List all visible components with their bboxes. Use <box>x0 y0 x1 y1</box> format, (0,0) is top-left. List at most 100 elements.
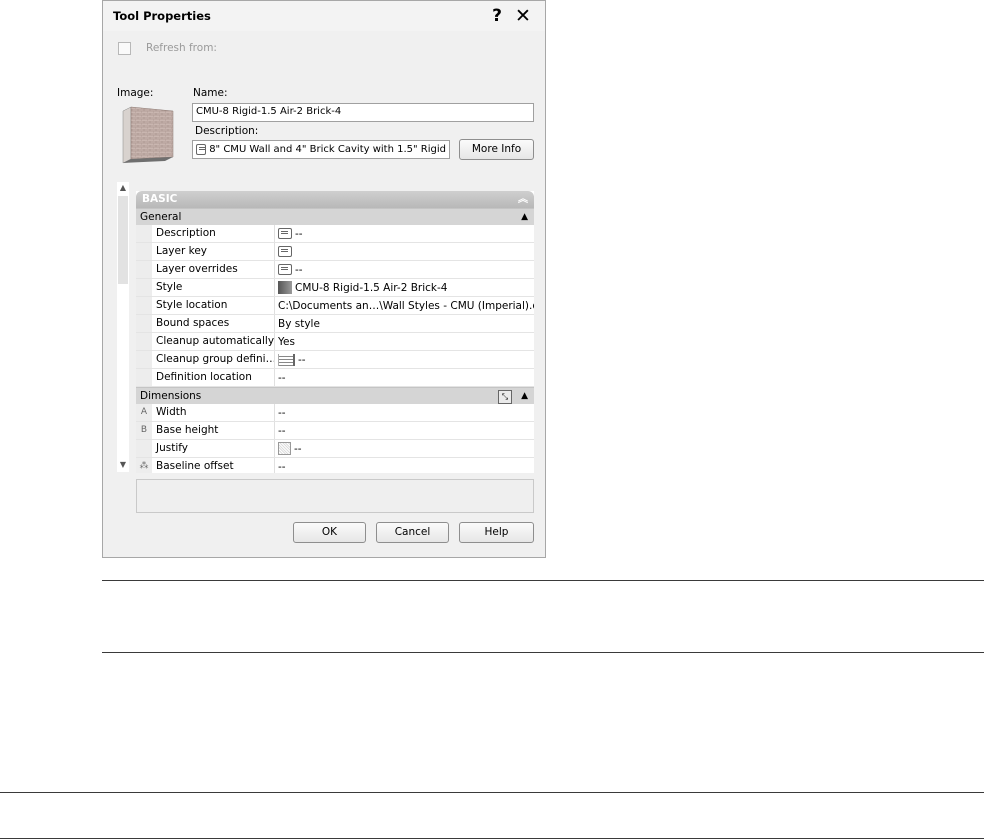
property-name: Width <box>152 404 275 421</box>
justify-icon <box>278 442 291 455</box>
property-row[interactable]: Layer key <box>136 243 534 261</box>
description-field[interactable]: 8" CMU Wall and 4" Brick Cavity with 1.5… <box>192 140 450 159</box>
properties-palette: BASIC ︽ General ▲ Description -- Layer key… <box>136 191 534 473</box>
row-gutter: B <box>136 422 152 439</box>
category-dimensions[interactable]: Dimensions ⤡ ▲ <box>136 387 534 404</box>
row-gutter <box>136 261 152 278</box>
collapse-all-icon[interactable]: ︽ <box>518 191 528 208</box>
palette-scrollbar[interactable]: ▲ ▼ <box>117 182 129 472</box>
property-name: Description <box>152 225 275 242</box>
description-value: 8" CMU Wall and 4" Brick Cavity with 1.5… <box>209 144 446 155</box>
image-label: Image: <box>117 87 154 99</box>
property-name: Cleanup automatically <box>152 333 275 350</box>
property-value[interactable]: -- <box>275 422 534 439</box>
property-row[interactable]: A Width -- <box>136 404 534 422</box>
category-general[interactable]: General ▲ <box>136 208 534 225</box>
row-gutter <box>136 315 152 332</box>
chevron-up-icon[interactable]: ▲ <box>521 388 528 404</box>
divider <box>102 580 984 581</box>
property-row[interactable]: Cleanup group defini… -- <box>136 351 534 369</box>
property-name: Cleanup group defini… <box>152 351 275 368</box>
property-row[interactable]: Cleanup automatically Yes <box>136 333 534 351</box>
description-icon <box>278 264 292 275</box>
property-value-text: -- <box>278 460 286 473</box>
property-value[interactable]: -- <box>275 261 534 278</box>
cancel-button[interactable]: Cancel <box>376 522 449 543</box>
scroll-thumb[interactable] <box>118 196 128 284</box>
divider <box>0 792 984 793</box>
more-info-button[interactable]: More Info <box>459 139 534 160</box>
property-value[interactable]: CMU-8 Rigid-1.5 Air-2 Brick-4 <box>275 279 534 296</box>
property-info-box <box>136 479 534 513</box>
property-row[interactable]: Bound spaces By style <box>136 315 534 333</box>
dimension-toggle-icon[interactable]: ⤡ <box>498 390 512 404</box>
row-gutter <box>136 333 152 350</box>
property-row[interactable]: B Base height -- <box>136 422 534 440</box>
property-value-text: -- <box>295 263 303 276</box>
help-button[interactable]: Help <box>459 522 534 543</box>
tool-image[interactable] <box>117 101 177 167</box>
row-gutter <box>136 440 152 457</box>
basic-label: BASIC <box>142 193 178 205</box>
basic-tab[interactable]: BASIC ︽ <box>136 191 534 208</box>
divider <box>102 652 984 653</box>
description-icon <box>196 144 207 155</box>
cleanup-group-icon <box>278 353 295 366</box>
property-value[interactable]: -- <box>275 440 534 457</box>
property-row[interactable]: ⁂ Baseline offset -- <box>136 458 534 473</box>
dimension-rows: A Width -- B Base height -- Justify -- ⁂ Baseline… <box>136 404 534 473</box>
refresh-from-label: Refresh from: <box>146 42 217 54</box>
property-value[interactable] <box>275 243 534 260</box>
property-value[interactable]: By style <box>275 315 534 332</box>
row-gutter: ⁂ <box>136 458 152 473</box>
property-value-text: -- <box>278 406 286 419</box>
property-row[interactable]: Style CMU-8 Rigid-1.5 Air-2 Brick-4 <box>136 279 534 297</box>
property-name: Justify <box>152 440 275 457</box>
property-value[interactable]: C:\Documents an…\Wall Styles - CMU (Impe… <box>275 297 534 314</box>
description-icon <box>278 246 292 257</box>
dialog-title: Tool Properties <box>113 9 211 23</box>
property-row[interactable]: Description -- <box>136 225 534 243</box>
property-value-text: -- <box>294 442 302 455</box>
property-name: Style <box>152 279 275 296</box>
ok-button[interactable]: OK <box>293 522 366 543</box>
row-gutter <box>136 369 152 386</box>
general-rows: Description -- Layer key Layer overrides -- S… <box>136 225 534 387</box>
property-name: Layer overrides <box>152 261 275 278</box>
property-value-text: Yes <box>278 335 295 348</box>
property-row[interactable]: Definition location -- <box>136 369 534 387</box>
refresh-checkbox[interactable] <box>118 42 131 55</box>
property-value-text: -- <box>278 371 286 384</box>
property-row[interactable]: Style location C:\Documents an…\Wall Styl… <box>136 297 534 315</box>
property-value-text: CMU-8 Rigid-1.5 Air-2 Brick-4 <box>295 281 448 294</box>
property-value[interactable]: -- <box>275 458 534 473</box>
property-value[interactable]: -- <box>275 369 534 386</box>
chevron-up-icon[interactable]: ▲ <box>521 209 528 225</box>
row-gutter <box>136 297 152 314</box>
property-value-text: -- <box>295 227 303 240</box>
close-icon[interactable]: ✕ <box>513 6 533 26</box>
divider <box>0 838 984 839</box>
property-value-text: By style <box>278 317 320 330</box>
name-label: Name: <box>193 87 228 99</box>
property-value[interactable]: Yes <box>275 333 534 350</box>
help-icon[interactable]: ? <box>487 6 507 26</box>
property-value[interactable]: -- <box>275 351 534 368</box>
property-row[interactable]: Layer overrides -- <box>136 261 534 279</box>
name-field[interactable]: CMU-8 Rigid-1.5 Air-2 Brick-4 <box>192 103 534 122</box>
property-value-text: C:\Documents an…\Wall Styles - CMU (Impe… <box>278 299 534 312</box>
property-row[interactable]: Justify -- <box>136 440 534 458</box>
row-gutter <box>136 279 152 296</box>
property-value-text: -- <box>278 424 286 437</box>
scroll-down-icon[interactable]: ▼ <box>118 460 128 470</box>
row-gutter: A <box>136 404 152 421</box>
title-bar[interactable]: Tool Properties ? ✕ <box>103 1 545 31</box>
scroll-up-icon[interactable]: ▲ <box>118 183 128 193</box>
property-name: Baseline offset <box>152 458 275 473</box>
category-dimensions-label: Dimensions <box>140 390 202 402</box>
property-value[interactable]: -- <box>275 225 534 242</box>
property-name: Layer key <box>152 243 275 260</box>
property-value[interactable]: -- <box>275 404 534 421</box>
tool-properties-dialog: Tool Properties ? ✕ Refresh from: Image:… <box>102 0 546 558</box>
property-name: Base height <box>152 422 275 439</box>
